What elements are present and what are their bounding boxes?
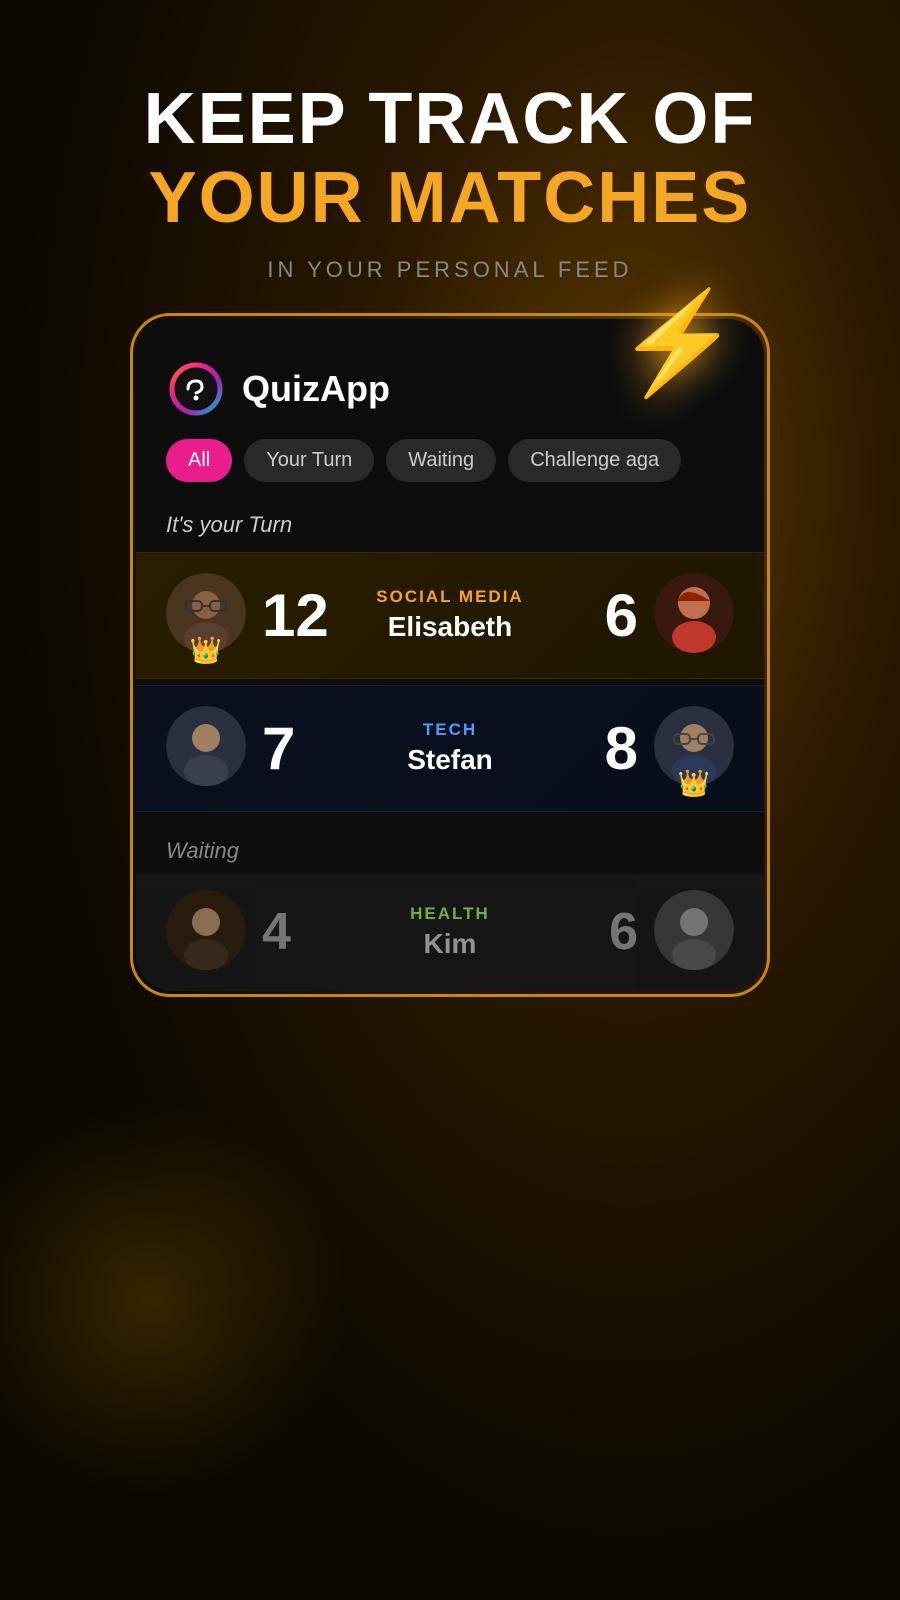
match-card-elisabeth[interactable]: 👑 12 SOCIAL MEDIA Elisabeth 6: [136, 552, 764, 679]
title-line1: KEEP TRACK OF: [144, 80, 757, 159]
match-opponent-2: Stefan: [352, 744, 548, 776]
match-card-stefan[interactable]: 7 TECH Stefan 8: [136, 685, 764, 812]
avatar-user-left-2: [166, 706, 246, 786]
score-right-2: 8: [558, 714, 638, 783]
tab-challenge[interactable]: Challenge aga: [508, 439, 681, 482]
crown-right-2: 👑: [678, 768, 710, 799]
avatar-wrapper-left-3: [166, 890, 246, 975]
tab-waiting[interactable]: Waiting: [386, 439, 496, 482]
section-your-turn-label: It's your Turn: [136, 502, 764, 552]
avatar-wrapper-left-2: [166, 706, 246, 791]
match-card-kim[interactable]: 4 HEALTH Kim 6: [136, 874, 764, 991]
phone-inner: QuizApp All Your Turn Waiting Challenge …: [136, 319, 764, 991]
filter-tabs: All Your Turn Waiting Challenge aga: [136, 439, 764, 502]
crown-left-1: 👑: [190, 635, 222, 666]
score-left-1: 12: [262, 581, 342, 650]
score-left-3: 4: [262, 902, 342, 962]
match-opponent-1: Elisabeth: [352, 611, 548, 643]
avatar-user-right-3: [654, 890, 734, 970]
match-center-1: SOCIAL MEDIA Elisabeth: [342, 587, 558, 643]
match-category-1: SOCIAL MEDIA: [352, 587, 548, 607]
match-opponent-3: Kim: [352, 928, 548, 960]
app-name: QuizApp: [242, 368, 390, 410]
tab-your-turn[interactable]: Your Turn: [244, 439, 374, 482]
subtitle: IN YOUR PERSONAL FEED: [144, 258, 757, 282]
match-category-2: TECH: [352, 720, 548, 740]
app-logo: [166, 359, 226, 419]
avatar-wrapper-right-2: 👑: [654, 706, 734, 791]
avatar-wrapper-right-3: [654, 890, 734, 975]
match-center-2: TECH Stefan: [342, 720, 558, 776]
lightning-icon: ⚡: [615, 293, 740, 393]
phone-border: QuizApp All Your Turn Waiting Challenge …: [130, 313, 770, 997]
avatar-wrapper-left-1: 👑: [166, 573, 246, 658]
tab-all[interactable]: All: [166, 439, 232, 482]
score-left-2: 7: [262, 714, 342, 783]
phone-mockup: ⚡: [130, 313, 770, 997]
main-content: KEEP TRACK OF YOUR MATCHES IN YOUR PERSO…: [0, 0, 900, 1600]
score-right-1: 6: [558, 581, 638, 650]
avatar-user-right-1: [654, 573, 734, 653]
match-category-3: HEALTH: [352, 904, 548, 924]
match-center-3: HEALTH Kim: [342, 904, 558, 960]
waiting-section-label: Waiting: [136, 818, 764, 874]
header-section: KEEP TRACK OF YOUR MATCHES IN YOUR PERSO…: [144, 80, 757, 283]
title-line2: YOUR MATCHES: [144, 159, 757, 238]
avatar-wrapper-right-1: [654, 573, 734, 658]
avatar-user-left-3: [166, 890, 246, 970]
score-right-3: 6: [558, 902, 638, 962]
